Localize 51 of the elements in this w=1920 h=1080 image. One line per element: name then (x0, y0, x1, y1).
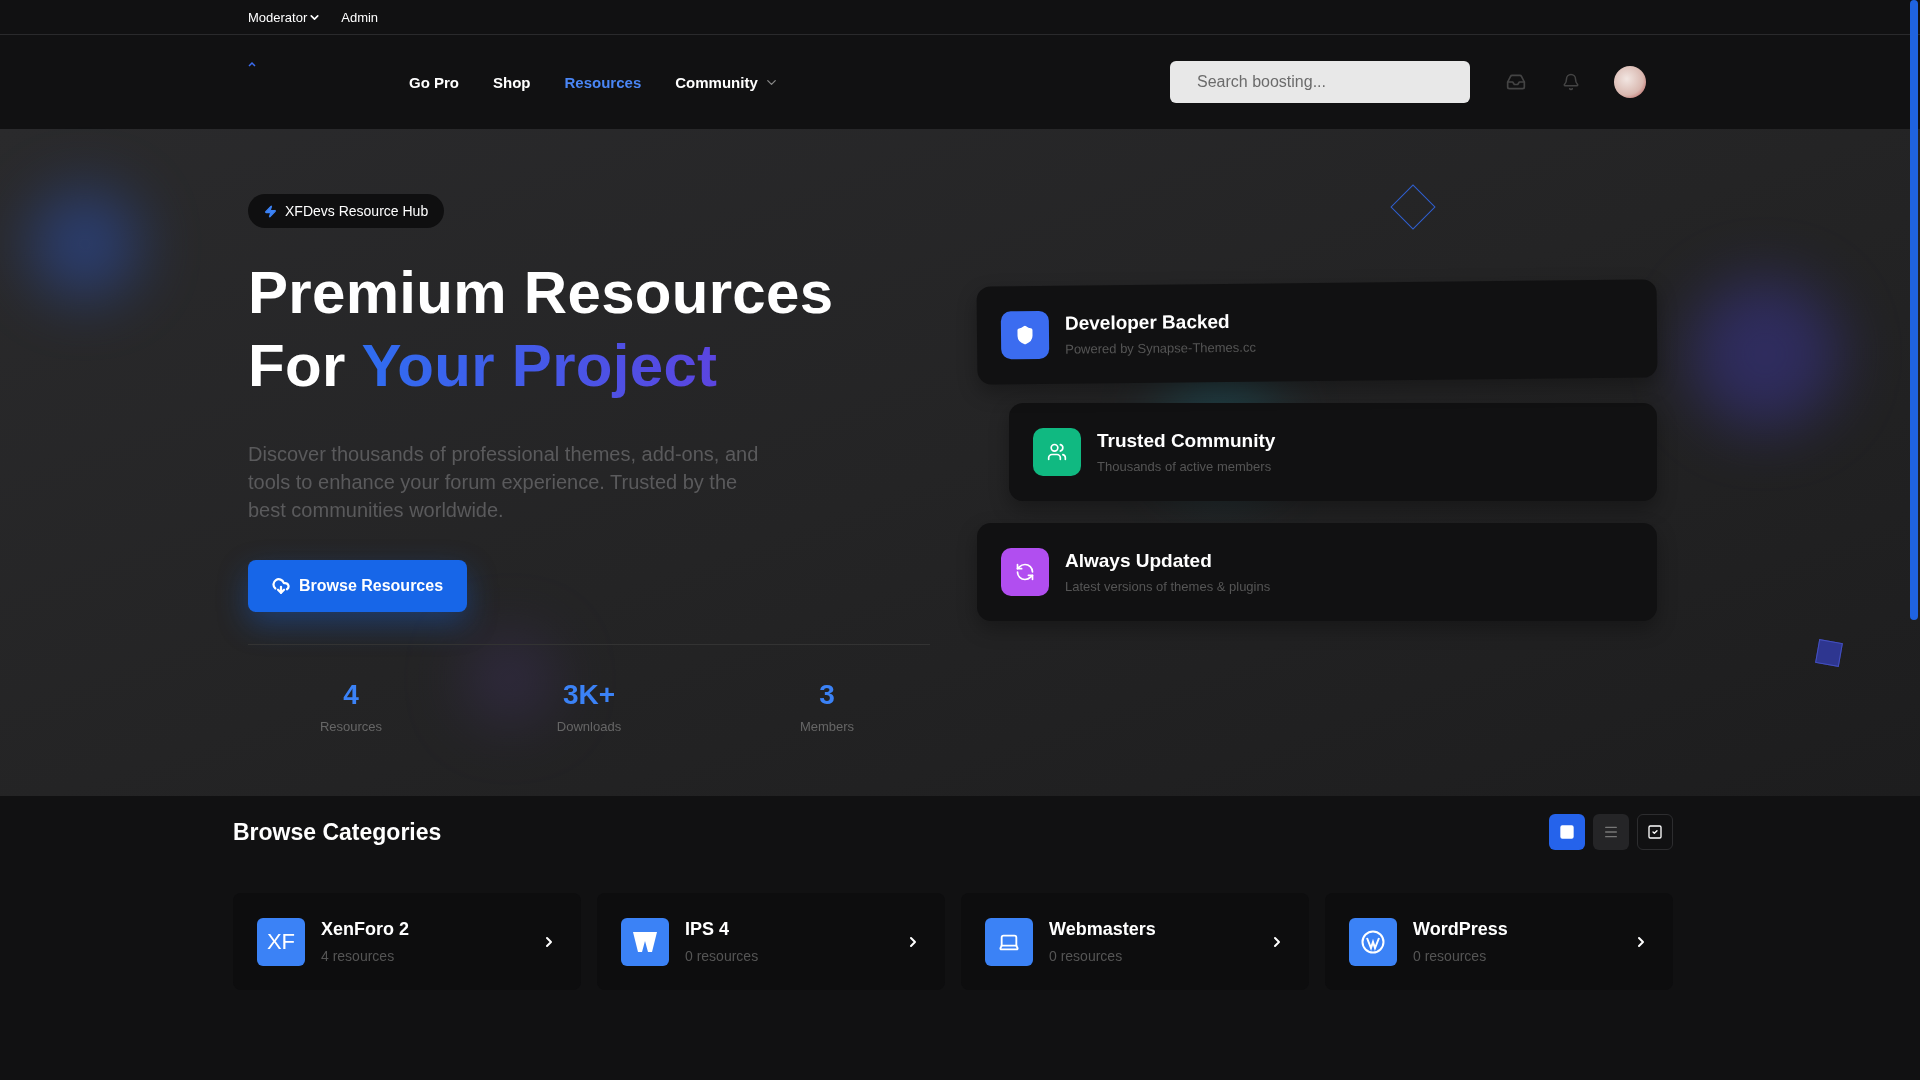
category-count: 0 resources (685, 948, 760, 964)
hero-heading: Premium Resources For Your Project (248, 258, 835, 401)
browse-resources-button[interactable]: Browse Resources (248, 560, 468, 612)
ips-logo-icon (632, 929, 658, 954)
stat-value: 3K+ (562, 679, 616, 711)
badge-label: XFDevs Resource Hub (285, 203, 429, 219)
feature-title: Developer Backed (1064, 310, 1231, 335)
inbox-icon[interactable] (1506, 72, 1526, 92)
section-title: Browse Categories (233, 818, 442, 846)
avatar[interactable] (1614, 66, 1646, 98)
list-view-icon (1603, 824, 1619, 840)
category-count: 4 resources (321, 948, 396, 964)
feature-subtitle: Powered by Synapse-Themes.cc (1065, 339, 1256, 357)
feature-subtitle: Thousands of active members (1097, 459, 1273, 474)
stat-label: Members (799, 719, 855, 734)
nav-link[interactable]: Go Pro (409, 73, 459, 91)
stat-value: 4 (343, 679, 359, 711)
bell-icon[interactable] (1562, 73, 1580, 91)
feature-title: Always Updated (1065, 550, 1213, 572)
category-card[interactable]: WordPress 0 resources (1325, 893, 1673, 990)
category-card[interactable]: IPS 4 0 resources (597, 893, 945, 990)
top-bar-link[interactable]: Moderator (248, 9, 322, 25)
view-toggle-button[interactable] (1549, 814, 1585, 850)
category-name: IPS 4 (685, 919, 731, 940)
category-name: Webmasters (1049, 919, 1157, 940)
top-bar-link[interactable]: Admin (341, 9, 379, 25)
feature-title: Trusted Community (1097, 430, 1276, 452)
scrollbar[interactable] (1910, 0, 1918, 620)
checkbox-icon (1647, 824, 1663, 840)
stat-label: Downloads (556, 719, 622, 734)
nav-link[interactable]: Shop (493, 73, 531, 91)
grid-view-icon (1559, 824, 1575, 840)
nav-link[interactable]: Resources (564, 73, 642, 91)
category-count: 0 resources (1413, 948, 1488, 964)
view-toggle-button[interactable] (1593, 814, 1629, 850)
category-card[interactable]: XF XenForo 2 4 resources (233, 893, 581, 990)
search-field[interactable]: Search boosting... (1170, 61, 1470, 103)
cloud-download-icon (272, 577, 290, 595)
category-name: XenForo 2 (321, 919, 410, 940)
stat-value: 3 (819, 679, 835, 711)
category-icon: XF (257, 917, 305, 966)
lightning-icon (264, 204, 277, 218)
stat-label: Resources (319, 719, 383, 734)
nav-link[interactable]: Community (675, 73, 779, 91)
category-card[interactable]: Webmasters 0 resources (961, 893, 1309, 990)
view-toggle-button[interactable] (1637, 814, 1673, 850)
category-name: WordPress (1413, 919, 1509, 940)
square-shape (1815, 639, 1843, 667)
category-count: 0 resources (1049, 948, 1124, 964)
feature-subtitle: Latest versions of themes & plugins (1065, 579, 1271, 594)
wordpress-logo-icon (1361, 929, 1385, 954)
